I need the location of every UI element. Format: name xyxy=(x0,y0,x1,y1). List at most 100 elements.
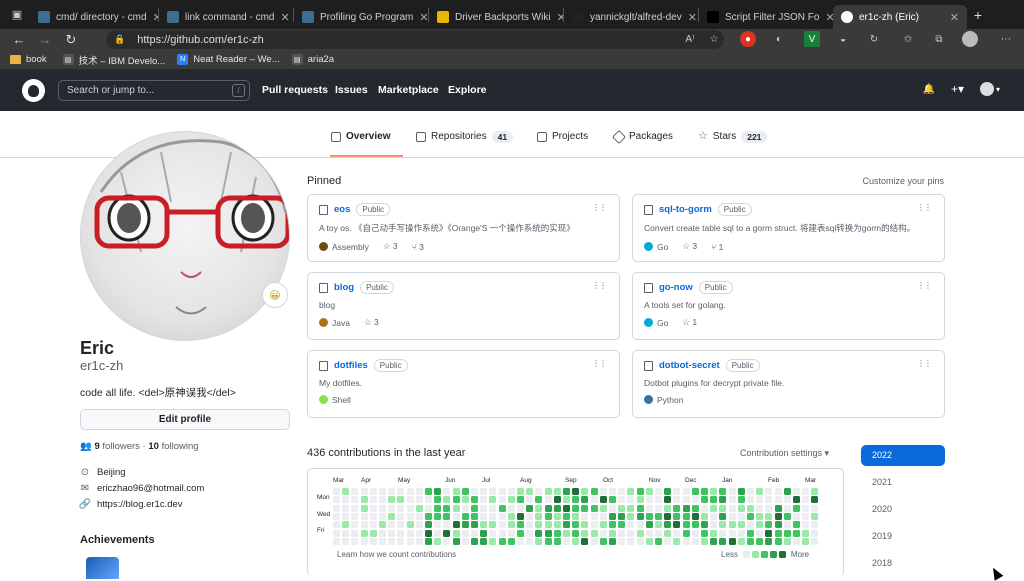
contribution-day[interactable] xyxy=(627,537,635,545)
contribution-day[interactable] xyxy=(489,488,497,495)
contribution-day[interactable] xyxy=(737,504,745,512)
extension-icon[interactable]: V xyxy=(804,31,820,47)
extension-icon[interactable]: ● xyxy=(740,31,756,47)
repo-name-link[interactable]: dotbot-secret xyxy=(659,360,720,371)
repo-forks[interactable]: ⑂ 1 xyxy=(711,242,723,252)
contribution-day[interactable] xyxy=(719,529,727,537)
contribution-day[interactable] xyxy=(471,488,478,495)
contribution-day[interactable] xyxy=(664,504,672,512)
browser-tab[interactable]: cmd/ directory - cmd ✕ xyxy=(30,5,158,29)
contribution-day[interactable] xyxy=(636,496,644,504)
contribution-day[interactable] xyxy=(719,521,727,529)
contribution-day[interactable] xyxy=(655,496,662,504)
contribution-day[interactable] xyxy=(618,529,626,537)
contribution-day[interactable] xyxy=(765,504,773,512)
contribution-day[interactable] xyxy=(535,504,543,512)
contribution-day[interactable] xyxy=(461,512,469,520)
contribution-day[interactable] xyxy=(645,537,653,545)
repo-stars[interactable]: ☆ 3 xyxy=(383,241,398,252)
contribution-day[interactable] xyxy=(802,504,810,512)
contribution-day[interactable] xyxy=(351,496,359,504)
contribution-day[interactable] xyxy=(747,521,754,529)
contribution-day[interactable] xyxy=(774,496,782,504)
contribution-day[interactable] xyxy=(747,529,754,537)
drag-handle-icon[interactable]: ⋮⋮ xyxy=(917,203,932,212)
contribution-day[interactable] xyxy=(563,537,570,545)
contribution-day[interactable] xyxy=(645,529,653,537)
contribution-day[interactable] xyxy=(535,512,543,520)
contribution-day[interactable] xyxy=(425,512,432,520)
new-tab-button[interactable]: + xyxy=(967,7,989,23)
contribution-day[interactable] xyxy=(636,529,644,537)
contribution-day[interactable] xyxy=(406,521,414,529)
contribution-day[interactable] xyxy=(489,496,497,504)
contribution-day[interactable] xyxy=(379,521,386,529)
browser-tab[interactable]: yannickglt/alfred-dev ✕ xyxy=(564,5,698,29)
contribution-day[interactable] xyxy=(443,512,451,520)
following-link[interactable]: 10 following xyxy=(148,441,198,452)
github-logo-icon[interactable] xyxy=(22,79,45,102)
repo-name-link[interactable]: dotfiles xyxy=(334,360,368,371)
contribution-day[interactable] xyxy=(379,504,386,512)
contribution-day[interactable] xyxy=(590,521,598,529)
contribution-day[interactable] xyxy=(737,488,745,495)
contribution-day[interactable] xyxy=(351,537,359,545)
contribution-day[interactable] xyxy=(480,504,488,512)
contribution-day[interactable] xyxy=(793,488,800,495)
contribution-day[interactable] xyxy=(572,512,580,520)
contribution-day[interactable] xyxy=(452,512,460,520)
repo-forks[interactable]: ⑂ 3 xyxy=(412,242,424,252)
contribution-day[interactable] xyxy=(682,504,690,512)
contribution-day[interactable] xyxy=(461,529,469,537)
contribution-day[interactable] xyxy=(572,529,580,537)
contribution-day[interactable] xyxy=(471,529,478,537)
contribution-day[interactable] xyxy=(526,496,534,504)
contribution-day[interactable] xyxy=(581,512,589,520)
contribution-day[interactable] xyxy=(333,529,340,537)
contribution-day[interactable] xyxy=(443,496,451,504)
contribution-day[interactable] xyxy=(682,512,690,520)
profile-avatar[interactable] xyxy=(80,131,290,341)
contribution-day[interactable] xyxy=(517,529,524,537)
tab-repositories[interactable]: Repositories 41 xyxy=(416,131,514,157)
contribution-day[interactable] xyxy=(756,537,764,545)
contribution-day[interactable] xyxy=(673,521,681,529)
followers-link[interactable]: 9 followers xyxy=(94,441,139,452)
contribution-day[interactable] xyxy=(783,521,791,529)
contribution-day[interactable] xyxy=(498,504,506,512)
contribution-day[interactable] xyxy=(737,496,745,504)
year-link[interactable]: 2019 xyxy=(861,526,945,547)
contribution-day[interactable] xyxy=(397,488,405,495)
contribution-day[interactable] xyxy=(655,529,662,537)
repo-stars[interactable]: ☆ 3 xyxy=(364,317,379,328)
drag-handle-icon[interactable]: ⋮⋮ xyxy=(917,359,932,368)
contribution-day[interactable] xyxy=(397,504,405,512)
contribution-day[interactable] xyxy=(783,537,791,545)
contribution-day[interactable] xyxy=(645,512,653,520)
close-tab-icon[interactable]: ✕ xyxy=(688,11,697,24)
contribution-day[interactable] xyxy=(480,537,488,545)
contribution-day[interactable] xyxy=(434,496,442,504)
contribution-day[interactable] xyxy=(388,537,396,545)
contribution-day[interactable] xyxy=(783,529,791,537)
contribution-day[interactable] xyxy=(415,504,423,512)
contribution-day[interactable] xyxy=(737,529,745,537)
contribution-day[interactable] xyxy=(489,512,497,520)
drag-handle-icon[interactable]: ⋮⋮ xyxy=(917,281,932,290)
contribution-day[interactable] xyxy=(351,512,359,520)
contribution-day[interactable] xyxy=(507,496,515,504)
contribution-day[interactable] xyxy=(581,504,589,512)
contribution-day[interactable] xyxy=(452,529,460,537)
tab-overview[interactable]: Overview xyxy=(330,131,403,157)
contribution-day[interactable] xyxy=(682,521,690,529)
contribution-day[interactable] xyxy=(333,488,340,495)
contribution-day[interactable] xyxy=(802,496,810,504)
close-tab-icon[interactable]: ✕ xyxy=(280,11,289,24)
browser-tab-active[interactable]: er1c-zh (Eric) ✕ xyxy=(833,5,967,29)
contribution-day[interactable] xyxy=(544,488,552,495)
contribution-day[interactable] xyxy=(526,537,534,545)
close-tab-icon[interactable]: ✕ xyxy=(153,11,158,24)
contribution-day[interactable] xyxy=(535,537,543,545)
contribution-day[interactable] xyxy=(673,504,681,512)
contribution-day[interactable] xyxy=(406,529,414,537)
